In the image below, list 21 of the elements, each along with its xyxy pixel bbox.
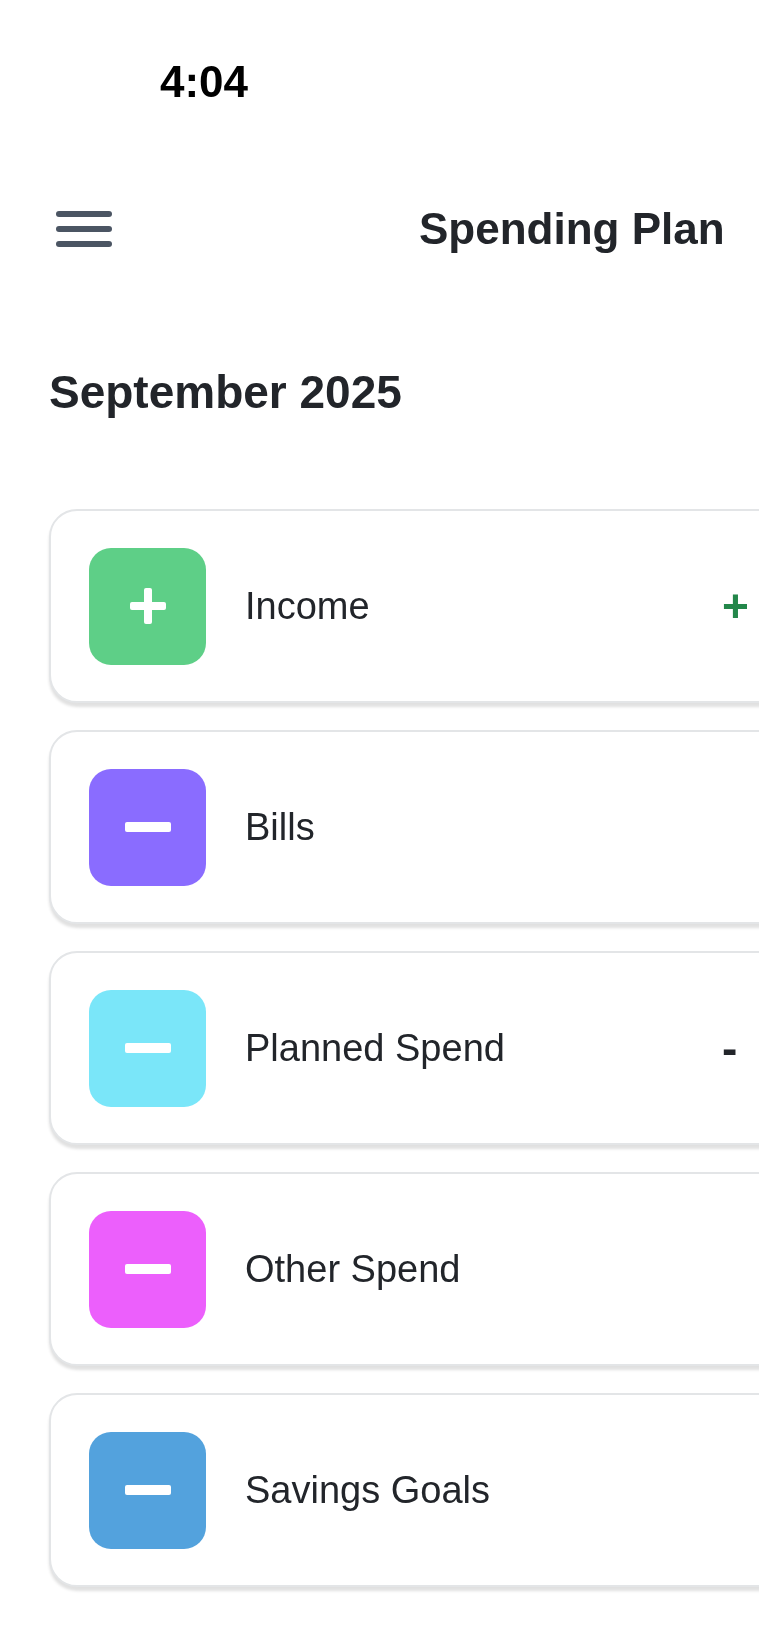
minus-icon	[124, 1264, 171, 1274]
minus-icon	[124, 1043, 171, 1053]
category-amount: +	[722, 578, 749, 634]
status-time: 4:04	[160, 57, 249, 106]
category-label: Savings Goals	[245, 1468, 490, 1511]
minus-icon	[124, 822, 171, 832]
page-title: Spending Plan	[419, 203, 725, 255]
category-card[interactable]: Other Spend	[49, 1172, 759, 1366]
plus-icon	[127, 586, 168, 626]
minus-icon	[124, 1485, 171, 1495]
category-label: Other Spend	[245, 1247, 461, 1290]
menu-icon[interactable]	[56, 211, 112, 247]
category-label: Income	[245, 584, 370, 627]
category-label: Bills	[245, 805, 315, 848]
category-card[interactable]: Income +	[49, 509, 759, 703]
month-heading: September 2025	[49, 366, 402, 418]
category-card[interactable]: Savings Goals	[49, 1393, 759, 1587]
category-card[interactable]: Bills	[49, 730, 759, 924]
category-card[interactable]: Planned Spend -	[49, 951, 759, 1145]
category-amount: -	[722, 1020, 738, 1076]
category-label: Planned Spend	[245, 1026, 505, 1069]
